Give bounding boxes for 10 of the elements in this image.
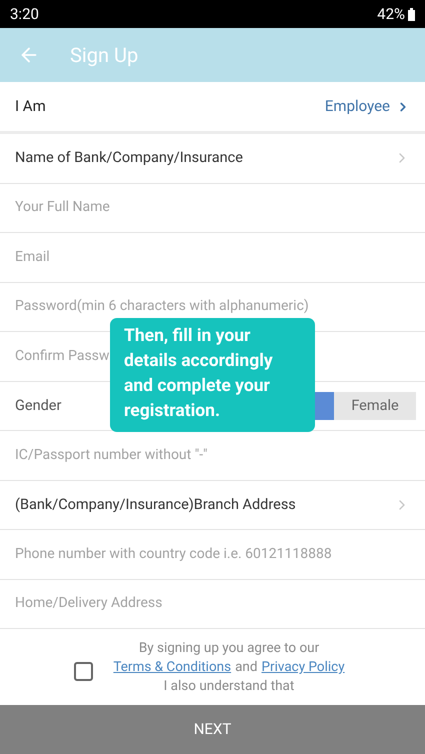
role-label: I Am xyxy=(15,96,46,118)
consent-text: I also understand that xyxy=(164,677,294,696)
field-label: Gender xyxy=(15,396,62,416)
consent-text: and xyxy=(235,658,258,677)
consent-text: By signing up you agree to our xyxy=(138,639,320,658)
battery-level: 42% xyxy=(377,4,405,25)
status-time: 3:20 xyxy=(10,4,39,25)
screen-title: Sign Up xyxy=(70,42,138,69)
role-value: Employee xyxy=(324,96,390,118)
tooltip: Then, fill in your details accordingly and complete your registration. xyxy=(110,318,315,432)
